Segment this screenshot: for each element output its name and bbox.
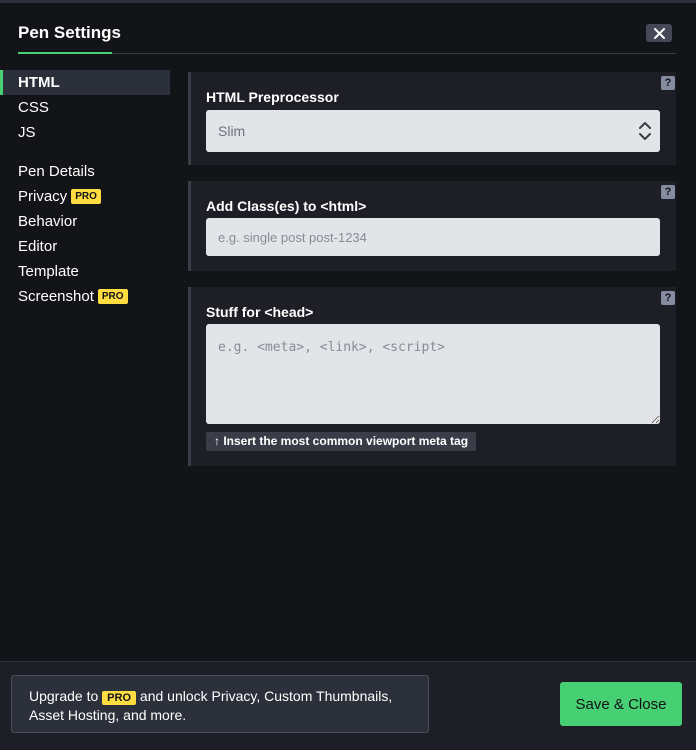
preprocessor-label: HTML Preprocessor	[206, 89, 339, 105]
settings-sidebar: HTML CSS JS Pen Details Privacy PRO Beha…	[0, 70, 170, 309]
classes-panel: ? Add Class(es) to <html>	[188, 181, 676, 271]
header-divider	[112, 53, 676, 54]
sidebar-item-pen-details[interactable]: Pen Details	[0, 159, 170, 184]
insert-viewport-button[interactable]: ↑ Insert the most common viewport meta t…	[206, 432, 477, 451]
sidebar-item-editor[interactable]: Editor	[0, 234, 170, 259]
sidebar-item-privacy[interactable]: Privacy PRO	[0, 184, 170, 209]
classes-input[interactable]	[206, 218, 660, 256]
save-close-button[interactable]: Save & Close	[560, 682, 682, 726]
upgrade-pro-box[interactable]: Upgrade to PRO and unlock Privacy, Custo…	[11, 675, 429, 733]
sidebar-item-label: HTML	[18, 74, 60, 91]
modal-title: Pen Settings	[18, 23, 121, 42]
sidebar-item-js[interactable]: JS	[0, 120, 170, 145]
help-icon[interactable]: ?	[661, 291, 675, 305]
preprocessor-panel: ? HTML Preprocessor Slim	[188, 72, 676, 165]
close-button[interactable]	[646, 24, 672, 42]
sidebar-item-screenshot[interactable]: Screenshot PRO	[0, 284, 170, 309]
sidebar-item-label: Template	[18, 263, 79, 280]
sidebar-item-label: CSS	[18, 99, 49, 116]
sidebar-item-behavior[interactable]: Behavior	[0, 209, 170, 234]
classes-label: Add Class(es) to <html>	[206, 198, 367, 214]
pro-badge: PRO	[71, 189, 101, 204]
help-icon[interactable]: ?	[661, 76, 675, 90]
sidebar-item-label: Privacy	[18, 188, 68, 205]
sidebar-item-label: Editor	[18, 238, 58, 255]
head-textarea[interactable]	[206, 324, 660, 424]
help-icon[interactable]: ?	[661, 185, 675, 199]
modal-header: Pen Settings	[18, 22, 676, 54]
upgrade-text-suffix: and unlock Privacy, Custom Thumbnails,	[139, 688, 393, 704]
sidebar-item-label: Pen Details	[18, 163, 95, 180]
chevron-up-down-icon	[639, 122, 651, 140]
modal-footer: Upgrade to PRO and unlock Privacy, Custo…	[0, 661, 696, 750]
preprocessor-value: Slim	[218, 123, 246, 139]
close-icon	[653, 27, 665, 39]
sidebar-item-html[interactable]: HTML	[0, 70, 170, 95]
head-panel: ? Stuff for <head> ↑ Insert the most com…	[188, 287, 676, 466]
pro-badge: PRO	[97, 289, 128, 304]
sidebar-item-label: JS	[18, 124, 36, 141]
sidebar-item-template[interactable]: Template	[0, 259, 170, 284]
upgrade-text-line2: Asset Hosting, and more.	[29, 707, 187, 723]
head-label: Stuff for <head>	[206, 304, 314, 320]
title-underline	[18, 52, 112, 54]
top-border	[0, 0, 696, 3]
sidebar-item-label: Behavior	[18, 213, 78, 230]
sidebar-item-css[interactable]: CSS	[0, 95, 170, 120]
upgrade-text-prefix: Upgrade to	[29, 688, 99, 704]
pro-badge: PRO	[102, 691, 137, 705]
sidebar-item-label: Screenshot	[18, 288, 94, 305]
preprocessor-select[interactable]: Slim	[206, 110, 660, 152]
